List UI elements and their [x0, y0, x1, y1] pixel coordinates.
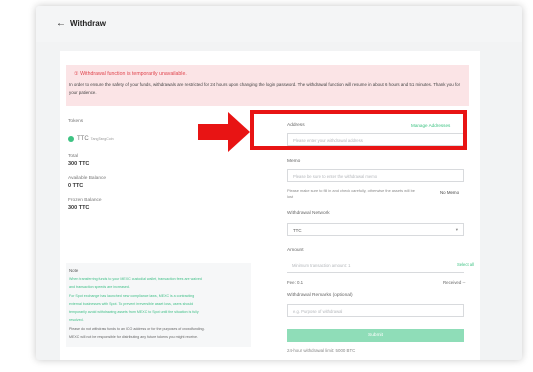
select-all-button[interactable]: Select all [457, 262, 474, 267]
network-select[interactable]: TTC ▾ [287, 223, 464, 236]
memo-input[interactable]: Please be sure to enter the withdrawal m… [287, 169, 464, 182]
network-label: Withdrawal Network [287, 211, 330, 216]
network-value: TTC [293, 227, 302, 233]
chevron-down-icon: ▾ [455, 227, 458, 232]
token-symbol: TTC [77, 136, 89, 142]
memo-help-text: Please make sure to fill in and check ca… [287, 188, 415, 199]
back-arrow-icon[interactable]: ← [56, 18, 66, 29]
note-line: For Spot exchange has launched new compl… [69, 294, 195, 298]
remarks-input[interactable]: e.g. Purpose of withdrawal [287, 304, 464, 317]
warning-notice: ① Withdrawal function is temporarily una… [66, 65, 469, 106]
top-bar: ← Withdraw [36, 6, 522, 42]
red-arrow-icon [198, 112, 250, 152]
token-full-name: TangTangCoin [90, 137, 114, 141]
total-value: 300 TTC [68, 161, 90, 167]
amount-input[interactable]: Minimum transaction amount: 1 [287, 259, 464, 273]
note-line: external businesses with Spot. To preven… [69, 302, 194, 306]
remarks-placeholder: e.g. Purpose of withdrawal [293, 308, 343, 314]
note-line: resolved. [69, 318, 84, 322]
page-title: Withdraw [70, 19, 106, 28]
amount-placeholder: Minimum transaction amount: 1 [292, 263, 351, 268]
fee-text: Fee: 0.1 [287, 280, 304, 285]
frozen-label: Frozen Balance [68, 198, 102, 203]
available-value: 0 TTC [68, 183, 84, 189]
submit-button[interactable]: Submit [287, 329, 464, 342]
token-selector[interactable]: TTC TangTangCoin [68, 136, 114, 142]
token-icon [68, 136, 74, 142]
note-line: and transaction speeds are increased. [69, 285, 130, 289]
total-label: Total [68, 154, 79, 159]
no-memo-option[interactable]: No Memo [440, 190, 459, 195]
withdraw-panel: ① Withdrawal function is temporarily una… [60, 51, 480, 360]
note-line: When transferring funds to your MEXC cus… [69, 277, 202, 281]
received-text: Received -- [443, 280, 466, 285]
amount-label: Amount [287, 248, 304, 253]
tokens-label: Tokens [68, 119, 84, 124]
app-window: ← Withdraw ① Withdrawal function is temp… [36, 6, 522, 360]
remarks-label: Withdrawal Remarks (optional) [287, 293, 353, 298]
withdrawal-limit-text: 24-hour withdrawal limit: 5000 BTC [287, 348, 356, 353]
memo-placeholder: Please be sure to enter the withdrawal m… [293, 173, 378, 179]
notice-title: ① Withdrawal function is temporarily una… [74, 71, 187, 77]
note-box: Note When transferring funds to your MEX… [66, 263, 251, 347]
note-line: temporarily avoid withdrawing assets fro… [69, 310, 199, 314]
frozen-value: 300 TTC [68, 205, 90, 211]
available-label: Available Balance [68, 176, 107, 181]
address-highlight-box [250, 110, 467, 150]
note-title: Note [69, 268, 79, 273]
notice-body: In order to ensure the safety of your fu… [69, 82, 461, 95]
memo-label: Memo [287, 159, 301, 164]
note-line: Please do not withdraw funds to an ICO a… [69, 327, 205, 331]
note-line: MEXC will not be responsible for distrib… [69, 335, 199, 339]
